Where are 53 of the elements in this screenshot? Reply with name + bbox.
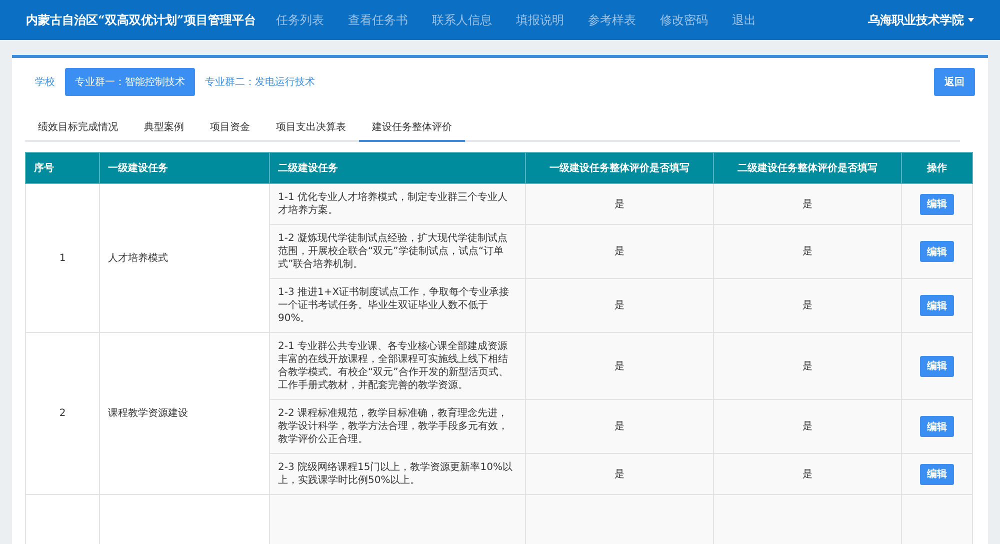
tab[interactable]: 典型案例 [131,114,197,142]
back-button[interactable]: 返回 [934,68,975,96]
platform-title: 内蒙古自治区“双高双优计划”项目管理平台 [26,12,256,28]
table-cell: 2-3 院级网络课程15门以上，教学资源更新率10%以上，实践课学时比例50%以上。 [278,462,512,486]
column-header: 操作 [902,152,972,184]
table-cell: 是 [802,421,812,432]
table-cell: 是 [802,360,812,372]
edit-button[interactable]: 编辑 [920,464,954,484]
table-cell: 2-1 专业群公共专业课、各专业核心课全部建成资源丰富的在线开放课程，全部课程可实施线上线下相结合教学模式。有校企“双元”合作开发的新型活页式、工作手册式教材，并配套完善的教学资源。 [278,341,508,391]
table-cell: 是 [614,468,624,480]
table-cell: 是 [802,198,812,210]
group-tab[interactable]: 专业群一：智能控制技术 [65,68,195,96]
column-header: 二级建设任务整体评价是否填写 [714,152,902,184]
edit-button[interactable]: 编辑 [920,194,954,214]
table-cell: 人才培养模式 [108,252,168,264]
column-header: 一级建设任务整体评价是否填写 [526,152,714,184]
table-cell: 1-1 优化专业人才培养模式，制定专业群三个专业人才培养方案。 [278,192,508,216]
table-cell: 是 [802,300,812,311]
edit-button[interactable]: 编辑 [920,416,954,437]
table-cell: 1-3 推进1+X证书制度试点工作，争取每个专业承接一个证书考试任务。毕业生双证毕业人数不低于90%。 [278,287,510,324]
table-cell: 1-2 凝炼现代学徒制试点经验，扩大现代学徒制试点范围，开展校企联合“双元”学徒制试点，试点“订单式”联合培养机制。 [278,233,508,270]
nav-link[interactable]: 任务列表 [276,12,324,28]
nav-link[interactable]: 联系人信息 [432,12,492,28]
table-cell: 是 [614,198,624,210]
column-header: 一级建设任务 [100,152,270,184]
nav-link[interactable]: 查看任务书 [348,12,408,28]
table-cell: 1 [59,252,66,264]
table-cell: 是 [614,246,624,257]
nav-link[interactable]: 退出 [732,12,756,28]
table-cell: 是 [802,246,812,257]
group-tab[interactable]: 专业群二：发电运行技术 [195,68,325,96]
table-cell: 是 [614,360,624,372]
table-cell: 是 [614,421,624,432]
tab[interactable]: 绩效目标完成情况 [25,114,131,142]
edit-button[interactable]: 编辑 [920,356,954,376]
caret-icon [968,18,974,22]
column-header: 序号 [26,152,100,184]
nav-link[interactable]: 修改密码 [660,12,708,28]
tab[interactable]: 建设任务整体评价 [359,114,465,142]
nav-link[interactable]: 填报说明 [516,12,564,28]
tab[interactable]: 项目资金 [197,114,263,142]
column-header: 二级建设任务 [270,152,526,184]
table-cell: 是 [614,300,624,311]
group-tab[interactable]: 学校 [25,68,65,96]
user-menu[interactable]: 乌海职业技术学院 [868,12,974,28]
table-cell: 2-2 课程标准规范，教学目标准确，教育理念先进，教学设计科学，教学方法合理，教学手段多元有效，教学评价公正合理。 [278,408,508,445]
table-cell: 是 [802,468,812,480]
edit-button[interactable]: 编辑 [920,295,954,316]
table-cell: 课程教学资源建设 [108,408,188,419]
nav-link[interactable]: 参考样表 [588,12,636,28]
edit-button[interactable]: 编辑 [920,241,954,262]
table-cell: 2 [59,408,66,419]
tab[interactable]: 项目支出决算表 [263,114,359,142]
